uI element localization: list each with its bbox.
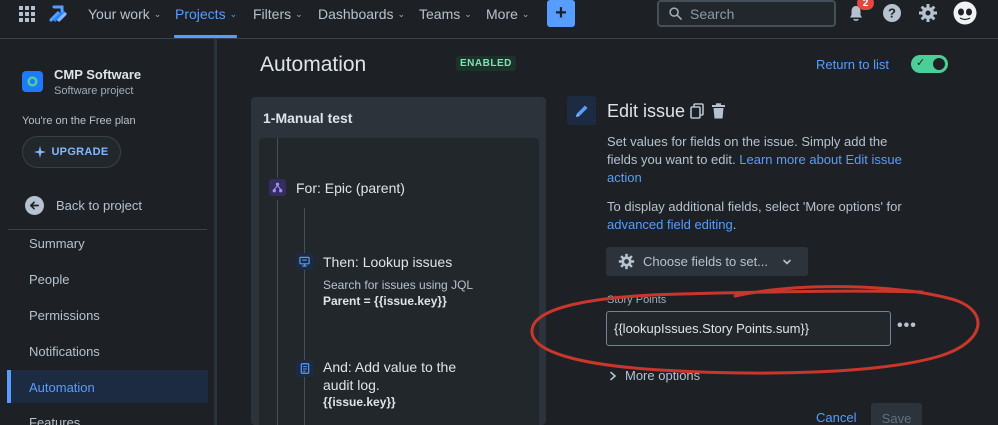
sidebar-item-summary[interactable]: Summary bbox=[29, 236, 85, 251]
search-box[interactable] bbox=[657, 0, 836, 27]
project-type: Software project bbox=[54, 85, 134, 97]
connector-line bbox=[277, 200, 278, 425]
edit-description: Set values for fields on the issue. Simp… bbox=[607, 134, 902, 185]
search-icon bbox=[669, 7, 682, 20]
toggle-knob bbox=[933, 58, 945, 70]
edit-action-badge bbox=[567, 96, 596, 125]
audit-log-icon bbox=[296, 360, 313, 377]
project-avatar bbox=[22, 71, 43, 92]
app-switcher-icon[interactable] bbox=[19, 6, 35, 22]
gear-icon bbox=[618, 253, 635, 270]
story-points-input[interactable]: {{lookupIssues.Story Points.sum}} bbox=[606, 311, 891, 346]
component-audit-log[interactable]: And: Add value to the bbox=[323, 358, 456, 376]
sidebar-item-people[interactable]: People bbox=[29, 272, 69, 287]
status-badge: ENABLED bbox=[456, 56, 516, 71]
nav-filters[interactable]: Filters ⌄ bbox=[253, 5, 303, 23]
chevron-down-icon: ⌄ bbox=[295, 8, 303, 19]
page-title: Automation bbox=[260, 53, 367, 76]
help-button[interactable]: ? bbox=[881, 2, 903, 24]
component-description: Search for issues using JQL bbox=[323, 278, 474, 292]
component-jql: Parent = {{issue.key}} bbox=[323, 294, 447, 308]
component-lookup-issues[interactable]: Then: Lookup issues bbox=[323, 253, 452, 271]
component-for-branch[interactable]: For: Epic (parent) bbox=[296, 179, 405, 197]
sidebar-item-automation[interactable]: Automation bbox=[7, 370, 208, 403]
check-icon: ✓ bbox=[916, 57, 926, 69]
create-button[interactable]: + bbox=[547, 0, 575, 27]
return-to-list-link[interactable]: Return to list bbox=[816, 57, 889, 72]
rule-canvas: For: Epic (parent) Then: Lookup issues S… bbox=[259, 138, 539, 425]
chevron-down-icon bbox=[783, 259, 791, 265]
nav-dashboards[interactable]: Dashboards ⌄ bbox=[318, 5, 405, 23]
nav-teams[interactable]: Teams ⌄ bbox=[419, 5, 472, 23]
connector-line bbox=[304, 208, 305, 425]
arrow-left-icon bbox=[25, 196, 44, 215]
nav-your-work[interactable]: Your work ⌄ bbox=[88, 5, 161, 23]
back-to-project-link[interactable]: Back to project bbox=[25, 196, 142, 215]
sparkle-icon bbox=[34, 146, 47, 158]
advanced-editing-description: To display additional fields, select 'Mo… bbox=[607, 199, 902, 232]
rule-panel: 1-Manual test For: Epic (parent) Then: L… bbox=[251, 97, 546, 425]
sidebar-item-permissions[interactable]: Permissions bbox=[29, 308, 100, 323]
branch-icon bbox=[269, 179, 286, 196]
svg-text:?: ? bbox=[888, 6, 896, 21]
upgrade-button[interactable]: UPGRADE bbox=[22, 136, 121, 168]
plan-text: You're on the Free plan bbox=[22, 115, 136, 127]
more-options-toggle[interactable]: More options bbox=[609, 368, 700, 383]
help-icon: ? bbox=[883, 4, 901, 22]
copy-icon[interactable] bbox=[690, 103, 705, 119]
avatar-icon bbox=[953, 1, 977, 25]
nav-more[interactable]: More ⌄ bbox=[486, 5, 529, 23]
edit-title: Edit issue bbox=[607, 101, 686, 121]
search-input[interactable] bbox=[690, 5, 820, 22]
gear-icon bbox=[919, 4, 937, 22]
chevron-right-icon bbox=[610, 371, 617, 380]
field-more-actions-icon[interactable]: ••• bbox=[897, 317, 917, 335]
story-points-label: Story Points bbox=[607, 294, 667, 306]
save-button[interactable]: Save bbox=[871, 403, 922, 425]
sidebar-divider bbox=[8, 229, 207, 230]
chevron-down-icon: ⌄ bbox=[229, 8, 238, 19]
project-name: CMP Software bbox=[54, 67, 142, 82]
rule-name: 1-Manual test bbox=[263, 110, 353, 126]
advanced-field-editing-link[interactable]: advanced field editing bbox=[607, 217, 733, 232]
lookup-icon bbox=[296, 253, 313, 270]
rule-enabled-toggle[interactable]: ✓ bbox=[911, 55, 948, 73]
sidebar-item-features[interactable]: Features bbox=[29, 415, 80, 425]
chevron-down-icon: ⌄ bbox=[464, 8, 472, 19]
component-audit-value: {{issue.key}} bbox=[323, 395, 396, 409]
nav-projects[interactable]: Projects ⌄ bbox=[175, 5, 237, 23]
project-sidebar: CMP Software Software project You're on … bbox=[0, 39, 217, 425]
user-avatar[interactable] bbox=[953, 1, 977, 25]
jira-logo-icon[interactable] bbox=[48, 3, 68, 23]
trash-icon[interactable] bbox=[711, 103, 726, 119]
component-audit-log-line2: audit log. bbox=[323, 377, 380, 393]
chevron-down-icon: ⌄ bbox=[153, 8, 162, 19]
pencil-icon bbox=[575, 105, 587, 117]
notification-count-badge: 2 bbox=[857, 0, 874, 10]
cancel-button[interactable]: Cancel bbox=[816, 410, 856, 425]
active-tab-indicator bbox=[174, 35, 237, 38]
sidebar-item-notifications[interactable]: Notifications bbox=[29, 344, 100, 359]
settings-button[interactable] bbox=[917, 2, 939, 24]
top-navigation: Your work ⌄ Projects ⌄ Filters ⌄ Dashboards… bbox=[0, 0, 998, 39]
chevron-down-icon: ⌄ bbox=[521, 8, 530, 19]
project-icon bbox=[27, 76, 38, 87]
choose-fields-button[interactable]: Choose fields to set... bbox=[606, 247, 808, 276]
connector-line bbox=[277, 138, 278, 178]
chevron-down-icon: ⌄ bbox=[397, 8, 406, 19]
